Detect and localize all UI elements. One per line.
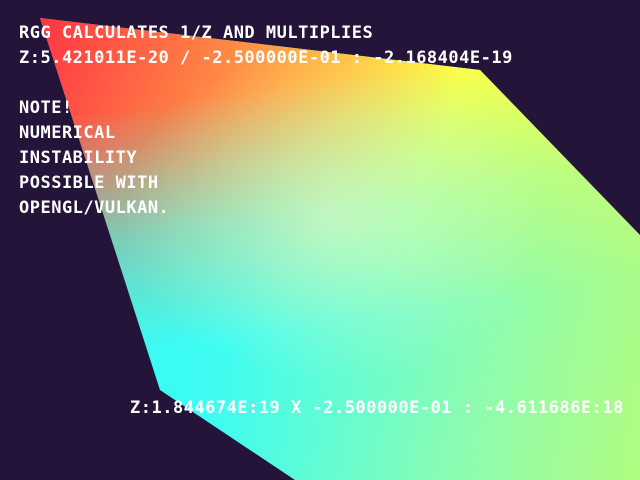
- header-text: RGG calculates 1/Z and multiplies Z:5.421…: [19, 21, 513, 71]
- note-line: instability: [19, 148, 138, 168]
- header-equation: Z:5.421011E-20 / -2.500000E-01 : -2.1684…: [19, 48, 513, 68]
- note-line: Numerical: [19, 123, 116, 143]
- note-text: NOTE! Numerical instability possible with Op…: [19, 96, 169, 221]
- note-line: NOTE!: [19, 98, 73, 118]
- bottom-equation: Z:1.844674E:19 x -2.500000E-01 : -4.6116…: [130, 398, 624, 418]
- note-line: possible with: [19, 173, 159, 193]
- header-title: RGG calculates 1/Z and multiplies: [19, 23, 374, 43]
- note-line: OpenGL/Vulkan.: [19, 198, 170, 218]
